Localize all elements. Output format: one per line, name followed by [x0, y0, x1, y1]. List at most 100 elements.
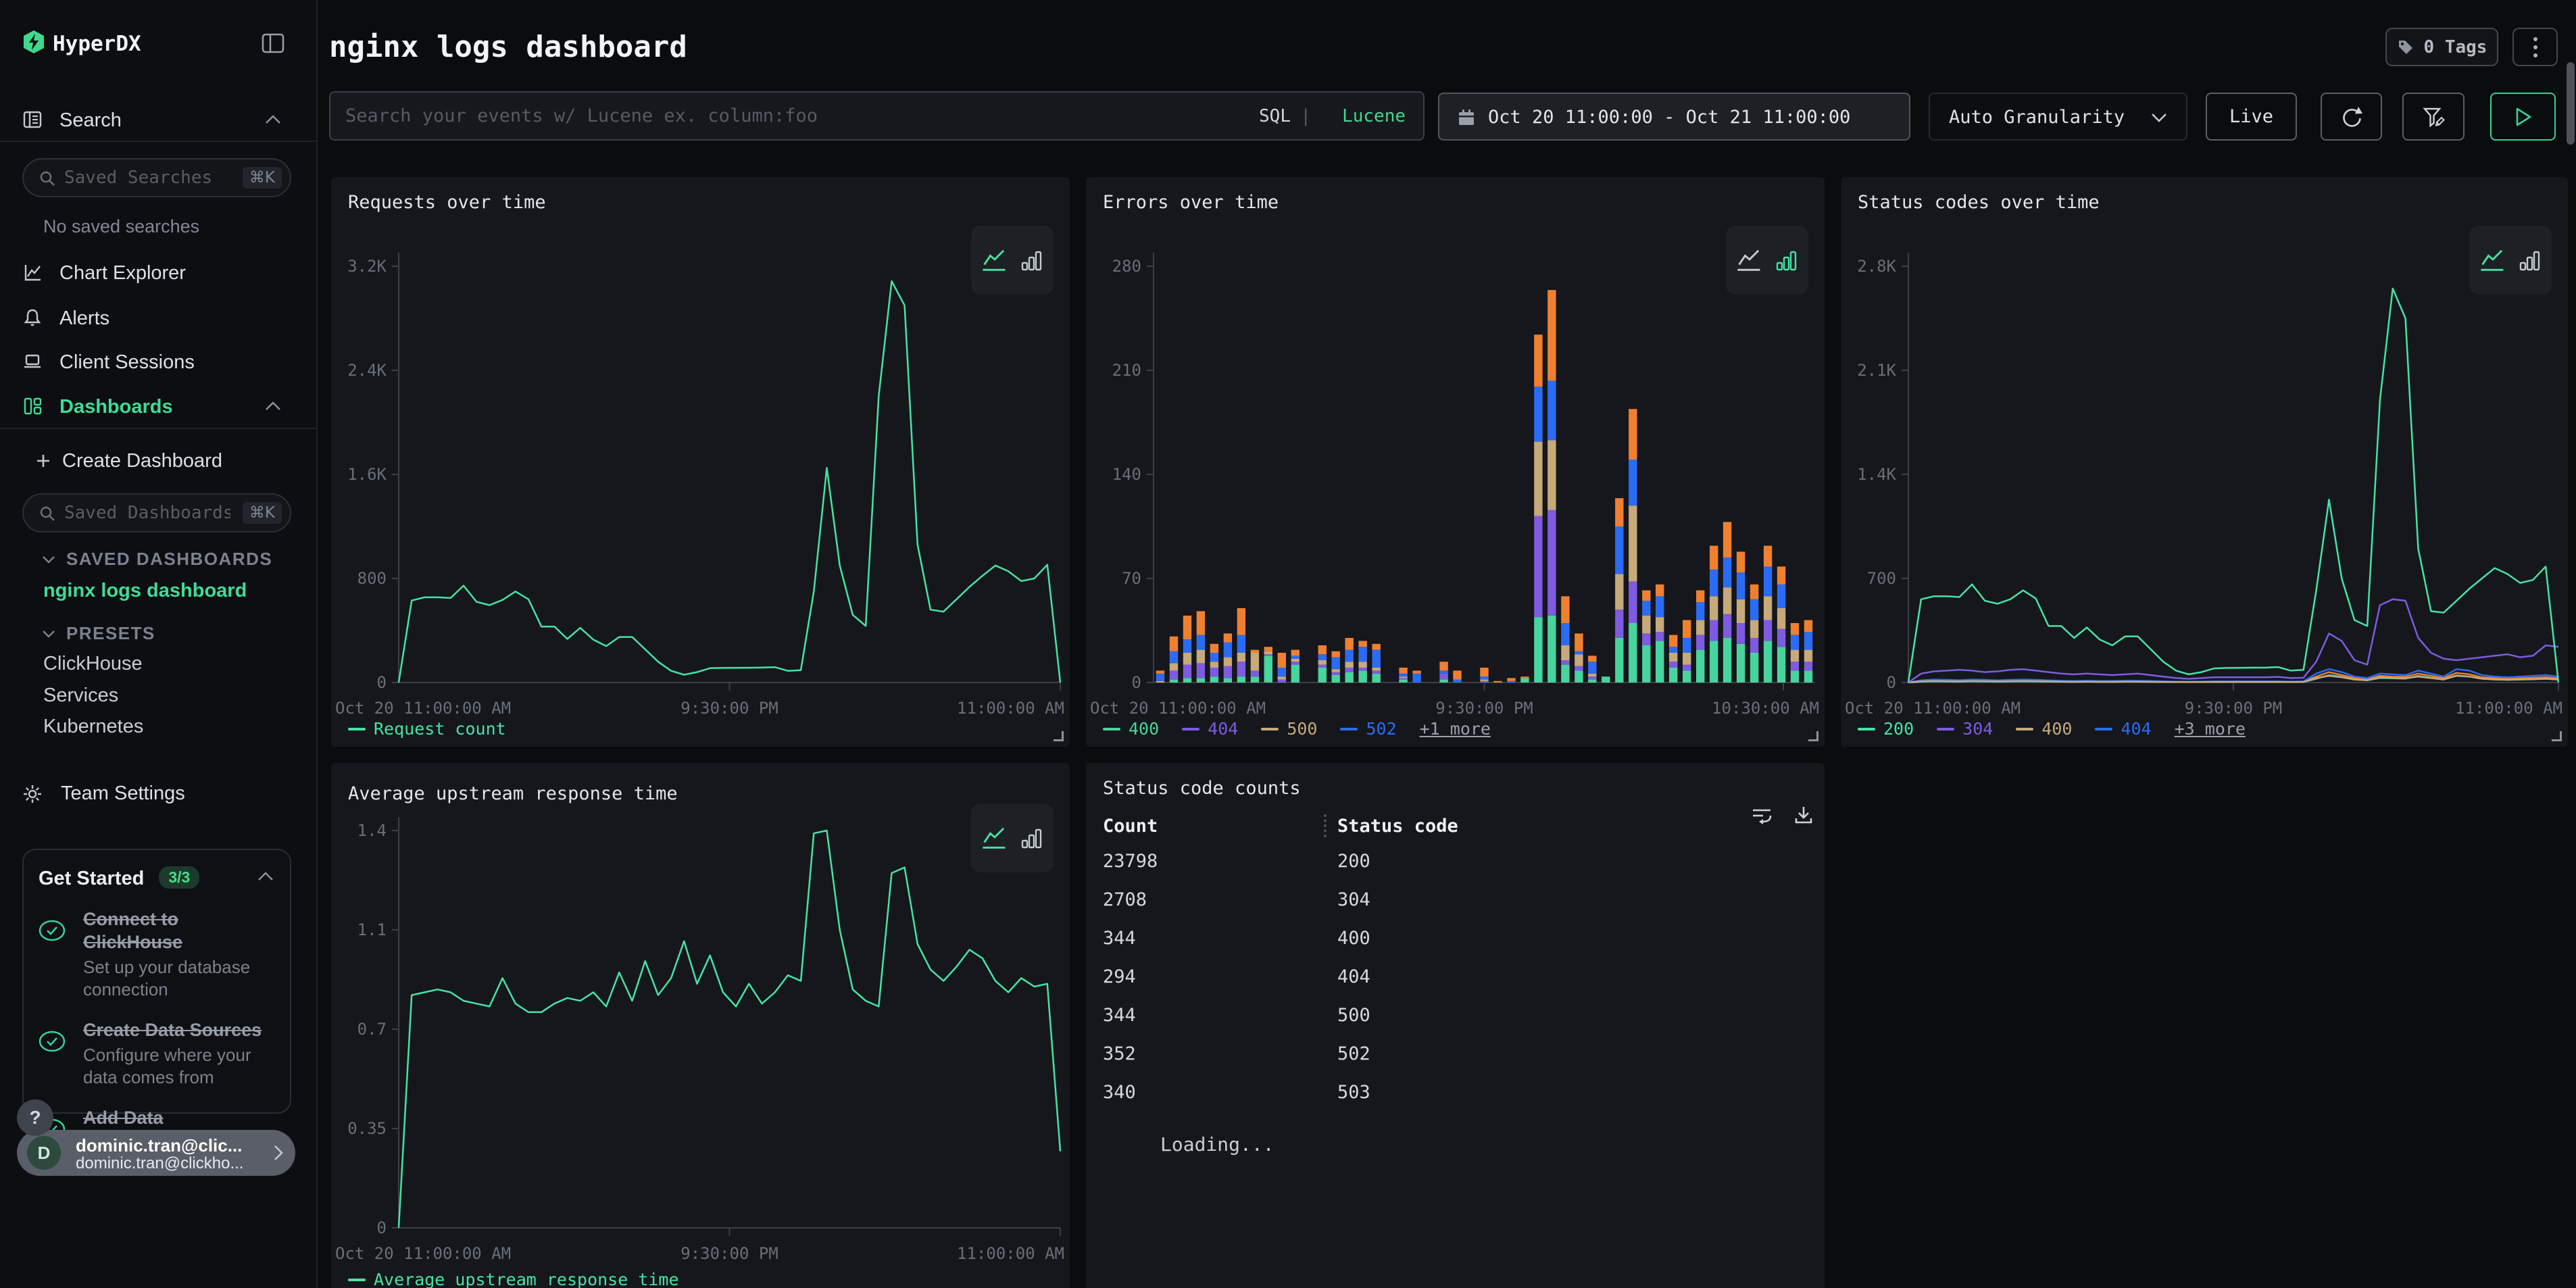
bar-segment-503	[1547, 290, 1556, 380]
legend-item[interactable]: Request count	[348, 719, 506, 739]
lucene-mode-toggle[interactable]: Lucene	[1342, 106, 1406, 126]
resize-handle[interactable]	[2552, 731, 2562, 741]
wrap-lines-icon[interactable]	[1750, 803, 1774, 828]
legend-more-link[interactable]: +3 more	[2175, 719, 2246, 739]
sidebar-item-team-settings[interactable]: Team Settings	[22, 783, 185, 805]
presets-section[interactable]: PRESETS	[42, 623, 155, 644]
legend-label: 404	[2121, 719, 2151, 739]
bar-segment-404	[1237, 662, 1245, 676]
sidebar-item-services[interactable]: Services	[43, 685, 118, 707]
bar-segment-502	[1210, 653, 1218, 662]
table-row[interactable]: 340503	[1086, 1072, 1825, 1111]
refresh-button[interactable]	[2321, 93, 2382, 141]
saved-dashboards-input[interactable]	[63, 496, 232, 530]
filter-button[interactable]	[2402, 93, 2464, 141]
svg-text:140: 140	[1112, 465, 1141, 484]
user-profile[interactable]: D dominic.tran@clic... dominic.tran@clic…	[17, 1130, 295, 1176]
bar-segment-502	[1561, 623, 1569, 645]
sidebar-section-search[interactable]: Search	[0, 100, 316, 139]
sidebar-item-clickhouse[interactable]: ClickHouse	[43, 653, 143, 675]
svg-text:0: 0	[377, 673, 387, 692]
bar-segment-503	[1575, 633, 1583, 651]
legend-more-link[interactable]: +1 more	[1420, 719, 1491, 739]
search-section-label: Search	[59, 109, 122, 132]
chevron-down-icon	[2151, 113, 2167, 123]
get-started-step-sources[interactable]: Create Data Sources Configure where your…	[39, 1018, 275, 1089]
resize-handle[interactable]	[1054, 731, 1064, 741]
svg-text:800: 800	[357, 569, 387, 588]
time-range-picker[interactable]: Oct 20 11:00:00 - Oct 21 11:00:00	[1438, 93, 1910, 141]
bar-segment-400	[1534, 617, 1542, 683]
table-row[interactable]: 2708304	[1086, 880, 1825, 918]
saved-dashboards-section[interactable]: SAVED DASHBOARDS	[42, 549, 272, 570]
tags-button[interactable]: 0 Tags	[2385, 28, 2498, 66]
saved-dashboards-search[interactable]: ⌘K	[22, 493, 291, 532]
run-query-button[interactable]	[2490, 93, 2556, 141]
bar-segment-503	[1291, 650, 1299, 656]
sidebar-item-nginx-logs-dashboard[interactable]: nginx logs dashboard	[43, 580, 247, 602]
svg-text:11:00:00 AM: 11:00:00 AM	[957, 1244, 1064, 1263]
legend-label: 500	[1287, 719, 1317, 739]
bar-segment-404	[1710, 620, 1718, 641]
bar-segment-404	[1534, 516, 1542, 618]
create-dashboard-button[interactable]: Create Dashboard	[35, 446, 222, 476]
more-menu-button[interactable]	[2512, 28, 2558, 66]
chevron-up-icon	[265, 401, 281, 411]
bar-segment-400	[1669, 668, 1677, 683]
sidebar-item-chart-explorer[interactable]: Chart Explorer	[0, 253, 316, 292]
get-started-step-connect[interactable]: Connect to ClickHouse Set up your databa…	[39, 908, 275, 1001]
saved-searches-search[interactable]: ⌘K	[22, 158, 291, 197]
svg-text:0: 0	[1132, 673, 1141, 692]
bar-segment-503	[1264, 647, 1272, 651]
bar-segment-503	[1507, 678, 1515, 680]
saved-searches-input[interactable]	[63, 161, 232, 195]
download-icon[interactable]	[1791, 803, 1816, 828]
svg-text:0: 0	[1887, 673, 1896, 692]
legend-item[interactable]: 400	[1103, 719, 1159, 739]
bar-segment-502	[1399, 674, 1407, 676]
table-row[interactable]: 352502	[1086, 1034, 1825, 1072]
sql-mode-toggle[interactable]: SQL	[1259, 106, 1291, 126]
bar-segment-502	[1683, 638, 1691, 653]
legend-item[interactable]: 404	[1182, 719, 1238, 739]
sidebar: HyperDX Search	[0, 0, 318, 1288]
bar-segment-500	[1764, 596, 1772, 620]
table-row[interactable]: 344500	[1086, 995, 1825, 1034]
legend-item[interactable]: 500	[1261, 719, 1317, 739]
granularity-select[interactable]: Auto Granularity	[1929, 93, 2187, 141]
event-search-bar[interactable]: SQL | Lucene	[329, 91, 1425, 141]
legend-label: 400	[2041, 719, 2072, 739]
sidebar-item-alerts[interactable]: Alerts	[0, 298, 316, 337]
scrollbar-thumb[interactable]	[2567, 62, 2575, 145]
live-button[interactable]: Live	[2206, 93, 2297, 141]
table-row[interactable]: 23798200	[1086, 841, 1825, 880]
bar-segment-400	[1210, 676, 1218, 683]
legend-item[interactable]: 200	[1858, 719, 1914, 739]
panel-status-code-counts: Status code counts Count Status code 237…	[1086, 763, 1825, 1288]
legend-item[interactable]: 304	[1937, 719, 1993, 739]
sidebar-item-dashboards[interactable]: Dashboards	[0, 387, 316, 426]
table-row[interactable]: 344400	[1086, 918, 1825, 957]
column-divider[interactable]	[1324, 814, 1327, 837]
sidebar-item-client-sessions[interactable]: Client Sessions	[0, 342, 316, 381]
panel-errors-over-time: Errors over time 070140210280Oct 20 11:0…	[1086, 177, 1825, 747]
bar-segment-404	[1224, 666, 1232, 678]
bar-segment-503	[1520, 676, 1529, 678]
help-button[interactable]: ?	[17, 1099, 53, 1136]
bar-segment-500	[1332, 669, 1340, 672]
legend-item[interactable]: Average upstream response time	[348, 1270, 679, 1288]
collapse-sidebar-icon[interactable]	[261, 32, 285, 54]
table-row[interactable]: 294404	[1086, 957, 1825, 995]
event-search-input[interactable]	[344, 94, 1243, 138]
bar-segment-503	[1764, 546, 1772, 567]
bar-segment-503	[1210, 644, 1218, 653]
bar-segment-404	[1588, 676, 1596, 679]
legend-item[interactable]: 400	[2016, 719, 2072, 739]
legend-item[interactable]: 502	[1340, 719, 1396, 739]
sidebar-item-kubernetes[interactable]: Kubernetes	[43, 716, 143, 738]
svg-text:1.4: 1.4	[357, 821, 387, 840]
legend-item[interactable]: 404	[2095, 719, 2151, 739]
bar-segment-502	[1534, 387, 1542, 441]
resize-handle[interactable]	[1808, 731, 1818, 741]
chevron-up-icon[interactable]	[257, 872, 274, 881]
